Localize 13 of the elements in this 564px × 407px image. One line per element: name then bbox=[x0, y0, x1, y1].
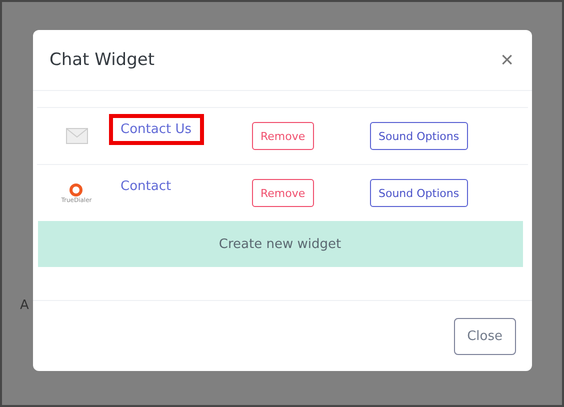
dialog-title: Chat Widget bbox=[50, 50, 154, 70]
ring-logo-icon bbox=[69, 182, 84, 196]
widget-link[interactable]: Contact bbox=[108, 170, 184, 202]
remove-button[interactable]: Remove bbox=[252, 179, 314, 207]
envelope-icon bbox=[66, 128, 88, 144]
remove-button[interactable]: Remove bbox=[252, 122, 314, 150]
close-button[interactable]: Close bbox=[454, 318, 516, 354]
create-widget-button[interactable]: Create new widget bbox=[38, 221, 522, 267]
sound-options-button[interactable]: Sound Options bbox=[370, 122, 468, 150]
table-cell: A bbox=[20, 298, 29, 312]
widget-link[interactable]: Contact Us bbox=[108, 114, 204, 144]
sound-options-button[interactable]: Sound Options bbox=[370, 179, 468, 207]
close-button[interactable]: × bbox=[498, 47, 516, 73]
